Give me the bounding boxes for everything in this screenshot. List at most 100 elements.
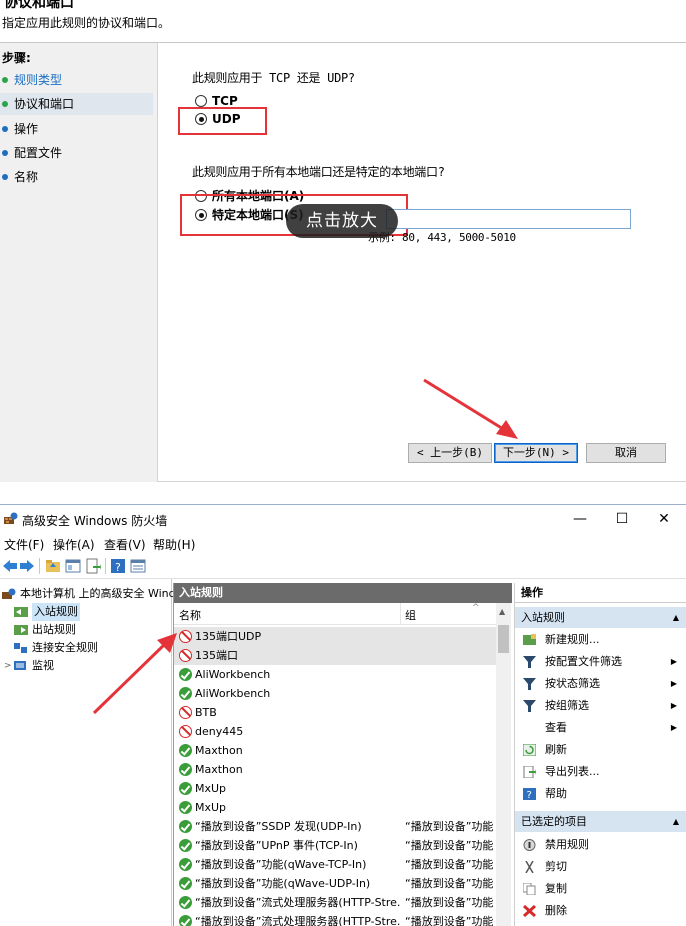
- rule-name: MxUp: [195, 782, 227, 795]
- vertical-scrollbar[interactable]: ▲: [496, 603, 511, 926]
- table-row[interactable]: “播放到设备”SSDP 发现(UDP-In) “播放到设备”功能: [174, 817, 496, 836]
- step-protocol-and-ports[interactable]: 协议和端口: [0, 93, 153, 115]
- table-row[interactable]: BTB: [174, 703, 496, 722]
- allow-rule-icon: [179, 763, 192, 776]
- rule-group: “播放到设备”功能: [405, 896, 494, 909]
- rule-name: MxUp: [195, 801, 227, 814]
- connection-security-icon: [14, 643, 27, 653]
- collapse-icon[interactable]: ▲: [673, 607, 679, 628]
- allow-rule-icon: [179, 801, 192, 814]
- copy-icon: [523, 883, 536, 895]
- column-divider[interactable]: [400, 603, 401, 625]
- step-bullet-icon: [2, 77, 8, 83]
- block-rule-icon: [179, 630, 192, 643]
- action-filter[interactable]: 按配置文件筛选 ▶: [515, 651, 686, 673]
- up-folder-icon[interactable]: [45, 558, 61, 574]
- table-row[interactable]: “播放到设备”UPnP 事件(TCP-In) “播放到设备”功能: [174, 836, 496, 855]
- action-refresh[interactable]: 刷新: [515, 739, 686, 761]
- help-icon: ?: [523, 788, 536, 800]
- sort-up-icon: ^: [472, 603, 480, 613]
- menu-view[interactable]: 查看(V): [104, 536, 146, 553]
- minimize-button[interactable]: —: [565, 509, 595, 529]
- firewall-app-icon: [4, 512, 18, 524]
- outbound-rules-icon: [14, 625, 28, 635]
- zoom-overlay[interactable]: 点击放大: [286, 204, 398, 238]
- action-cut[interactable]: 剪切: [515, 856, 686, 878]
- table-row[interactable]: MxUp: [174, 798, 496, 817]
- toolbar: ?: [0, 553, 686, 579]
- table-row[interactable]: “播放到设备”功能(qWave-UDP-In) “播放到设备”功能: [174, 874, 496, 893]
- export-icon[interactable]: [85, 558, 101, 574]
- actions-section-selected[interactable]: 已选定的项目 ▲: [515, 811, 686, 832]
- step-profile[interactable]: 配置文件: [0, 142, 153, 164]
- show-hide-tree-icon[interactable]: [65, 558, 81, 574]
- table-row[interactable]: “播放到设备”流式处理服务器(HTTP-Stre... “播放到设备”功能: [174, 893, 496, 912]
- actions-section-inbound[interactable]: 入站规则 ▲: [515, 607, 686, 628]
- action-disable[interactable]: 禁用规则: [515, 834, 686, 856]
- back-button[interactable]: < 上一步(B): [408, 443, 492, 463]
- table-row[interactable]: 135端口UDP: [174, 627, 496, 646]
- submenu-arrow-icon: ▶: [670, 701, 677, 710]
- menu-file[interactable]: 文件(F): [4, 536, 44, 553]
- close-button[interactable]: ✕: [649, 509, 679, 529]
- table-row[interactable]: Maxthon: [174, 760, 496, 779]
- allow-rule-icon: [179, 782, 192, 795]
- step-name[interactable]: 名称: [0, 166, 153, 188]
- next-button[interactable]: 下一步(N) >: [494, 443, 578, 463]
- rule-name: “播放到设备”流式处理服务器(HTTP-Stre...: [195, 915, 400, 926]
- action-filter[interactable]: 按状态筛选 ▶: [515, 673, 686, 695]
- action-view[interactable]: 查看 ▶: [515, 717, 686, 739]
- allow-rule-icon: [179, 744, 192, 757]
- block-rule-icon: [179, 649, 192, 662]
- step-rule-type[interactable]: 规则类型: [0, 69, 153, 91]
- table-row[interactable]: “播放到设备”功能(qWave-TCP-In) “播放到设备”功能: [174, 855, 496, 874]
- table-row[interactable]: “播放到设备”流式处理服务器(HTTP-Stre... “播放到设备”功能: [174, 912, 496, 926]
- action-label: 复制: [545, 882, 567, 895]
- section-label: 已选定的项目: [521, 815, 587, 828]
- action-help[interactable]: ? 帮助: [515, 783, 686, 805]
- step-bullet-icon: [2, 101, 8, 107]
- action-filter[interactable]: 按组筛选 ▶: [515, 695, 686, 717]
- cut-icon: [525, 861, 534, 873]
- cancel-button[interactable]: 取消: [586, 443, 666, 463]
- udp-highlight-box: [178, 107, 267, 135]
- menu-action[interactable]: 操作(A): [53, 536, 95, 553]
- table-row[interactable]: 135端口: [174, 646, 496, 665]
- expand-chevron-icon[interactable]: >: [4, 657, 12, 675]
- action-copy[interactable]: 复制: [515, 878, 686, 900]
- action-new-rule[interactable]: 新建规则...: [515, 629, 686, 651]
- scrollbar-thumb[interactable]: [498, 625, 509, 653]
- properties-icon[interactable]: [130, 558, 146, 574]
- action-delete[interactable]: 删除: [515, 900, 686, 922]
- rule-name: “播放到设备”SSDP 发现(UDP-In): [195, 820, 362, 833]
- table-row[interactable]: AliWorkbench: [174, 684, 496, 703]
- actions-caption: 操作: [515, 583, 686, 603]
- title-bar: 高级安全 Windows 防火墙 — ☐ ✕: [0, 505, 686, 533]
- list-header: 名称 组 ^: [174, 603, 496, 625]
- menu-help[interactable]: 帮助(H): [153, 536, 195, 553]
- action-label: 刷新: [545, 743, 567, 756]
- step-action[interactable]: 操作: [0, 118, 153, 140]
- column-header-group[interactable]: 组: [405, 607, 416, 623]
- rule-name: “播放到设备”流式处理服务器(HTTP-Stre...: [195, 896, 400, 909]
- rule-name: Maxthon: [195, 744, 243, 757]
- step-label: 规则类型: [14, 73, 63, 87]
- column-header-name[interactable]: 名称: [179, 607, 201, 623]
- rule-name: 135端口: [195, 649, 238, 662]
- inbound-rules-list: 入站规则 名称 组 ^ 135端口UDP 135端口 AliWorkbench Ali…: [173, 583, 512, 926]
- help-icon[interactable]: ?: [110, 558, 126, 574]
- scroll-up-icon[interactable]: ▲: [499, 607, 505, 616]
- svg-text:?: ?: [527, 790, 532, 800]
- maximize-button[interactable]: ☐: [607, 509, 637, 529]
- back-arrow-icon[interactable]: [2, 558, 18, 574]
- table-row[interactable]: deny445: [174, 722, 496, 741]
- step-label: 名称: [14, 170, 39, 184]
- table-row[interactable]: AliWorkbench: [174, 665, 496, 684]
- table-row[interactable]: MxUp: [174, 779, 496, 798]
- port-input[interactable]: [386, 209, 631, 229]
- table-row[interactable]: Maxthon: [174, 741, 496, 760]
- filter-icon: [523, 656, 536, 668]
- forward-arrow-icon[interactable]: [19, 558, 35, 574]
- collapse-icon[interactable]: ▲: [673, 811, 679, 832]
- action-export[interactable]: 导出列表...: [515, 761, 686, 783]
